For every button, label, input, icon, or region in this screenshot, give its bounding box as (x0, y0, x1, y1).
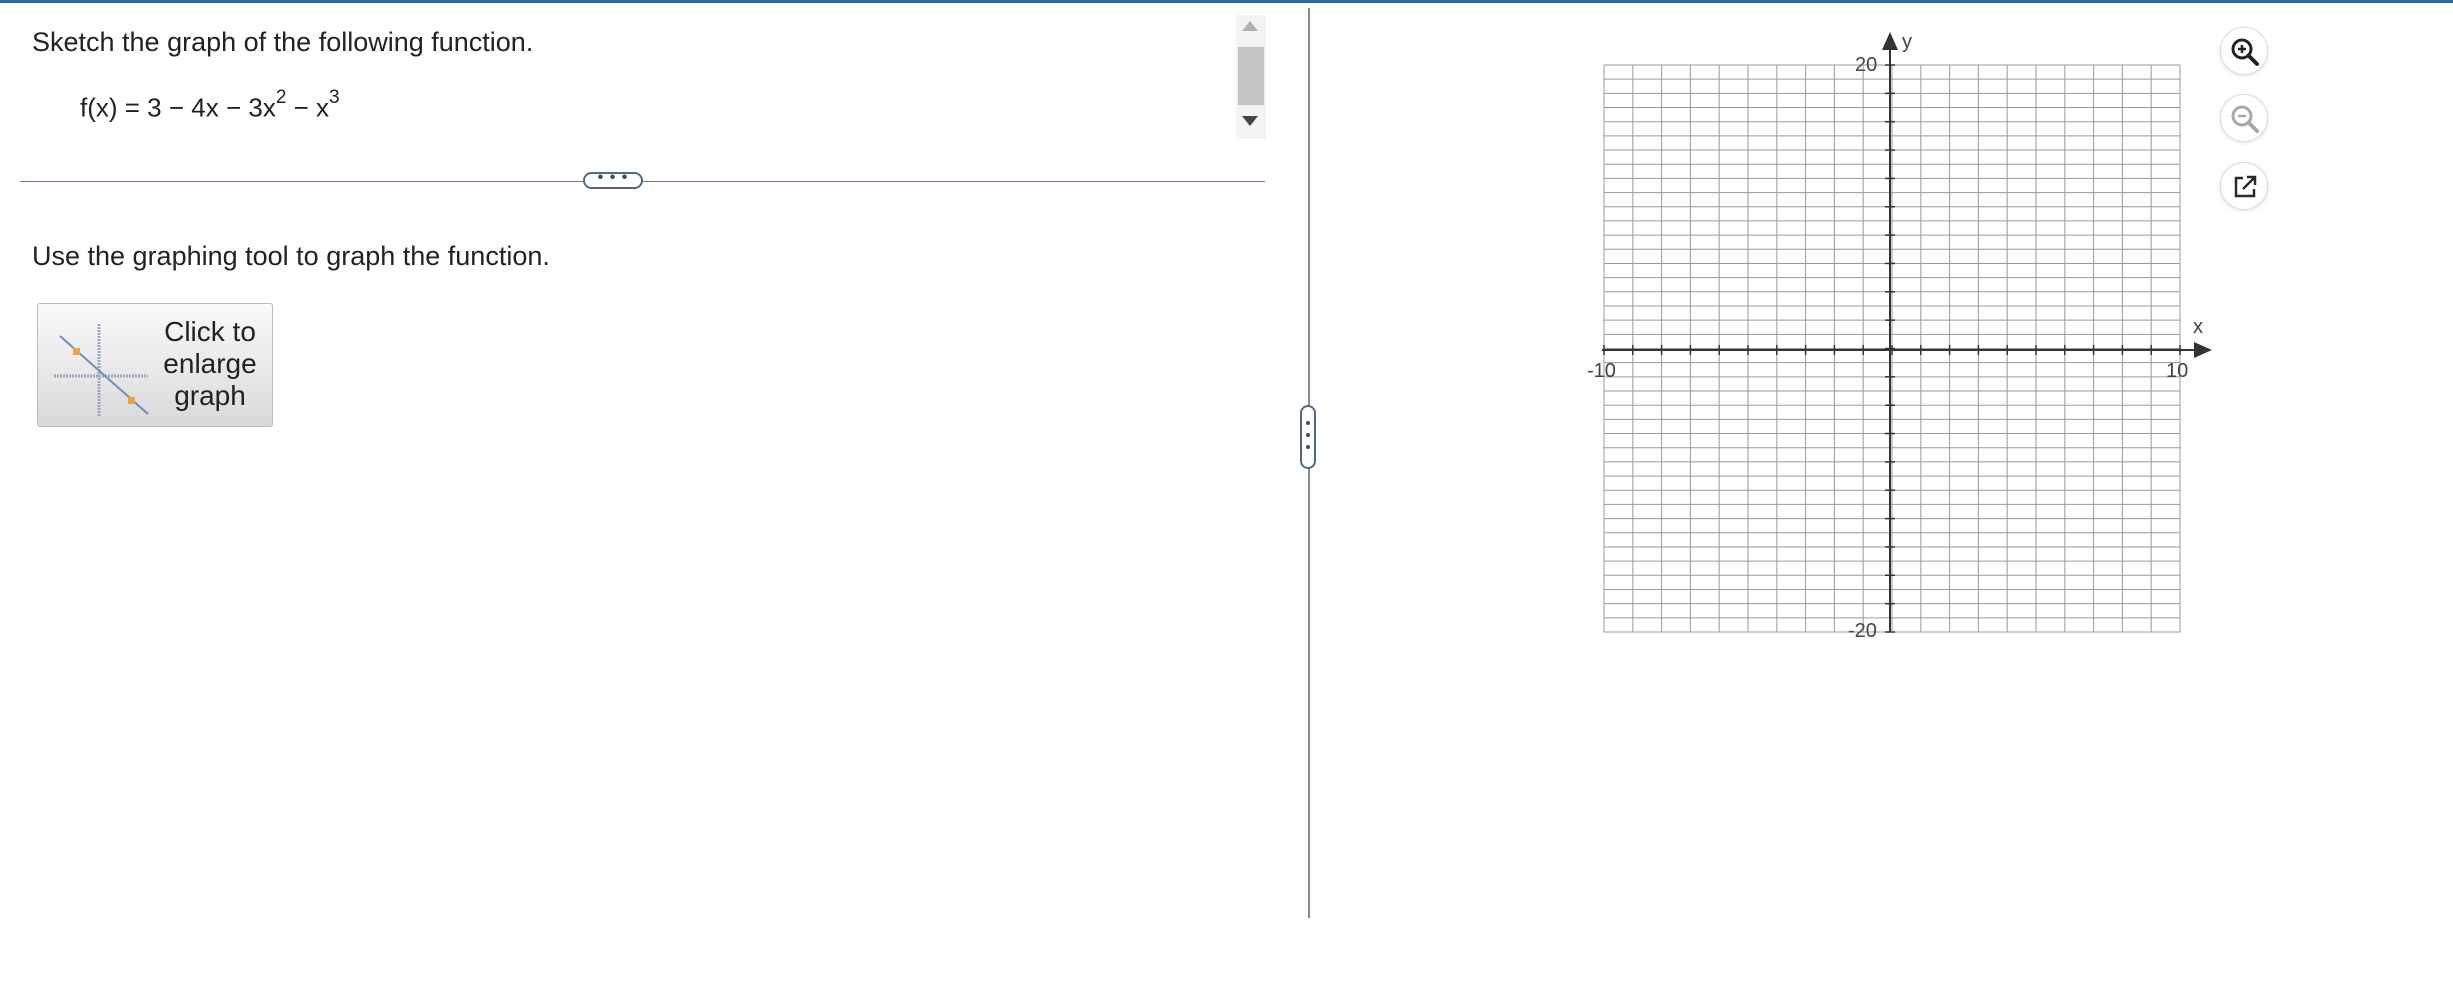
graph-canvas[interactable]: x y -10 10 20 -20 (1580, 20, 2220, 660)
question-pane: Sketch the graph of the following functi… (0, 3, 1270, 923)
x-min-label: -10 (1587, 360, 1616, 382)
y-axis-arrow-icon (1882, 32, 1898, 50)
x-max-label: 10 (2166, 360, 2188, 382)
enlarge-label-line2: enlarge (163, 348, 257, 379)
divider-expand-handle[interactable]: • • • (583, 170, 643, 189)
enlarge-label-line3: graph (174, 380, 246, 411)
pane-resize-handle[interactable] (1300, 405, 1316, 469)
scroll-up-arrow-icon[interactable] (1242, 21, 1258, 31)
formula-exponent-2: 3 (329, 87, 340, 108)
zoom-in-button[interactable] (2220, 27, 2268, 75)
scroll-down-arrow-icon[interactable] (1242, 116, 1258, 126)
zoom-out-button[interactable] (2220, 94, 2268, 142)
function-formula: f(x) = 3 − 4x − 3x2 − x3 (80, 87, 340, 124)
pop-out-button[interactable] (2220, 162, 2268, 210)
zoom-out-icon (2231, 105, 2259, 133)
y-max-label: 20 (1855, 54, 1877, 76)
y-axis-label: y (1902, 31, 1912, 53)
formula-exponent-1: 2 (275, 87, 287, 108)
formula-part1: f(x) = 3 − 4x − 3x (80, 92, 276, 123)
formula-part2: − x (286, 92, 330, 123)
x-axis-label: x (2193, 316, 2203, 338)
scroll-thumb[interactable] (1238, 47, 1264, 105)
enlarge-label-line1: Click to (164, 316, 256, 347)
graph-prompt: Use the graphing tool to graph the funct… (32, 241, 550, 271)
y-min-label: -20 (1848, 620, 1877, 642)
zoom-in-icon (2231, 38, 2259, 66)
question-scrollbar[interactable] (1236, 15, 1266, 139)
graph-thumbnail-icon (54, 324, 149, 416)
enlarge-graph-button[interactable]: Click to enlarge graph (37, 303, 273, 427)
enlarge-graph-label: Click to enlarge graph (150, 316, 270, 412)
x-axis-arrow-icon (2194, 342, 2212, 358)
external-link-icon (2234, 175, 2257, 198)
question-instruction: Sketch the graph of the following functi… (32, 27, 534, 57)
graphing-tool[interactable]: x y -10 10 20 -20 (1580, 20, 2220, 660)
